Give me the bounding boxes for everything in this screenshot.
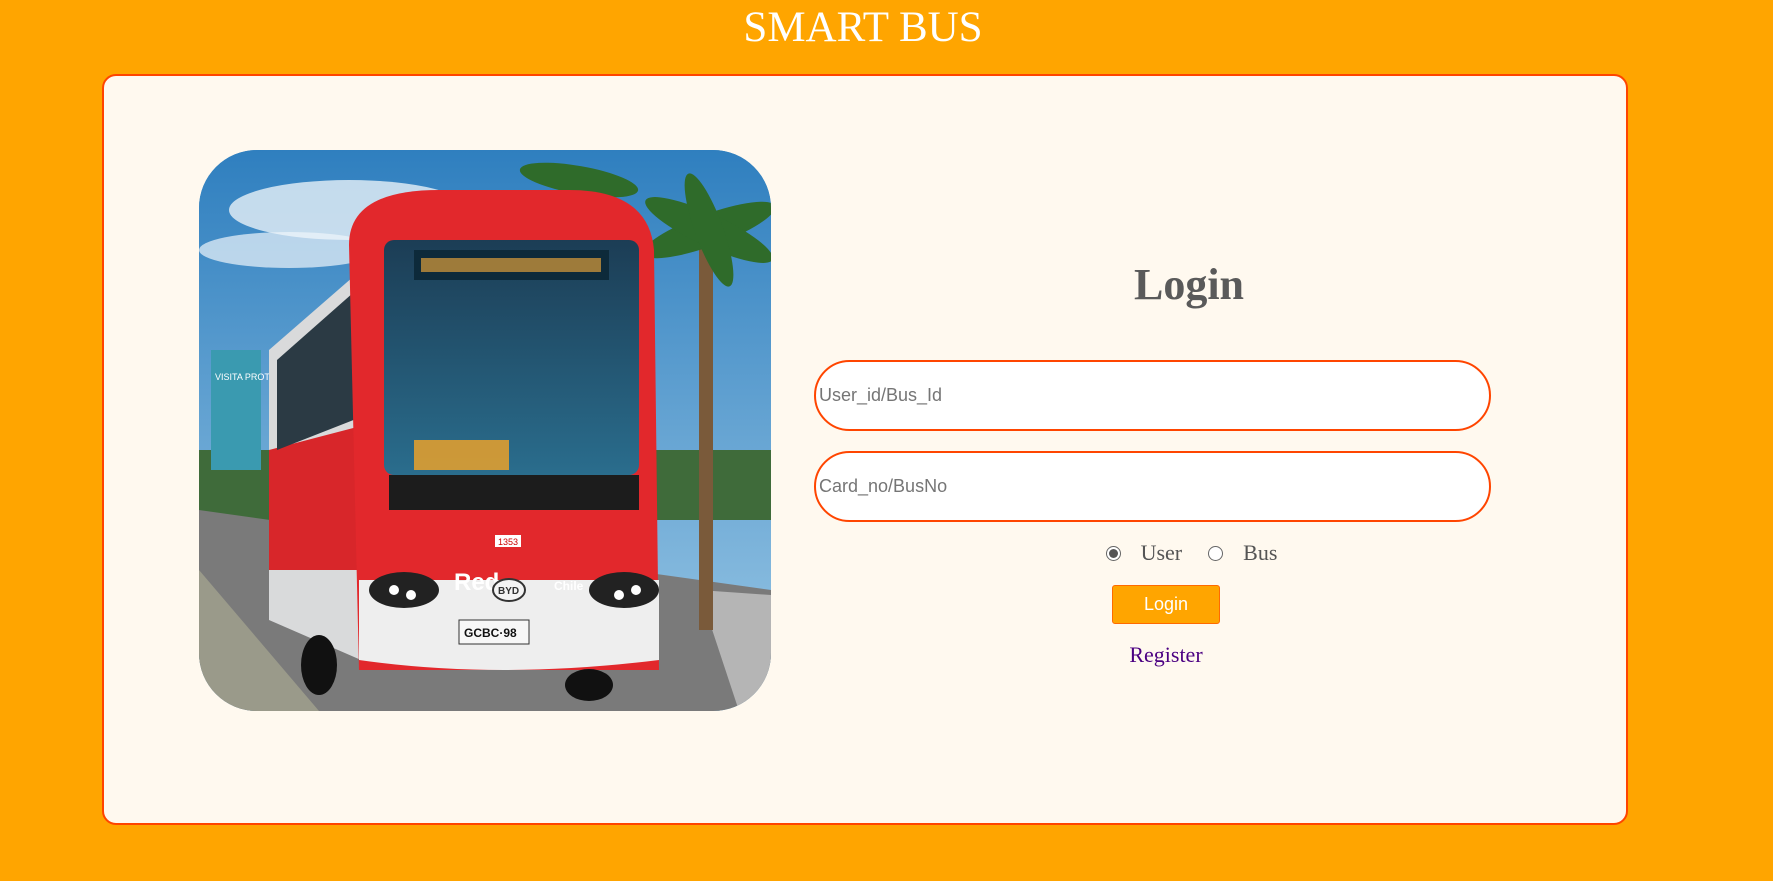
user-radio[interactable] xyxy=(1105,545,1121,561)
license-plate: GCBC·98 xyxy=(464,626,517,640)
card-no-input[interactable] xyxy=(814,451,1491,522)
register-link[interactable]: Register xyxy=(1116,642,1216,668)
login-card: VISITA PROTOS Red BYD Chile 1353 GCBC·98… xyxy=(102,74,1628,825)
fleet-number: 1353 xyxy=(498,537,518,547)
bus-photo: VISITA PROTOS Red BYD Chile 1353 GCBC·98 xyxy=(199,150,771,711)
bus-radio-label[interactable]: Bus xyxy=(1243,540,1277,566)
byd-logo-text: BYD xyxy=(498,586,519,597)
login-button[interactable]: Login xyxy=(1112,585,1220,624)
site-title: SMART BUS xyxy=(743,4,983,51)
user-radio-label[interactable]: User xyxy=(1141,540,1183,566)
user-id-input[interactable] xyxy=(814,360,1491,431)
bus-radio[interactable] xyxy=(1208,545,1224,561)
chile-logo-text: Chile xyxy=(554,579,584,593)
bus-illustration: VISITA PROTOS Red BYD Chile 1353 GCBC·98 xyxy=(199,150,771,711)
login-heading: Login xyxy=(1133,260,1245,309)
role-radio-group: User Bus xyxy=(814,540,1569,566)
